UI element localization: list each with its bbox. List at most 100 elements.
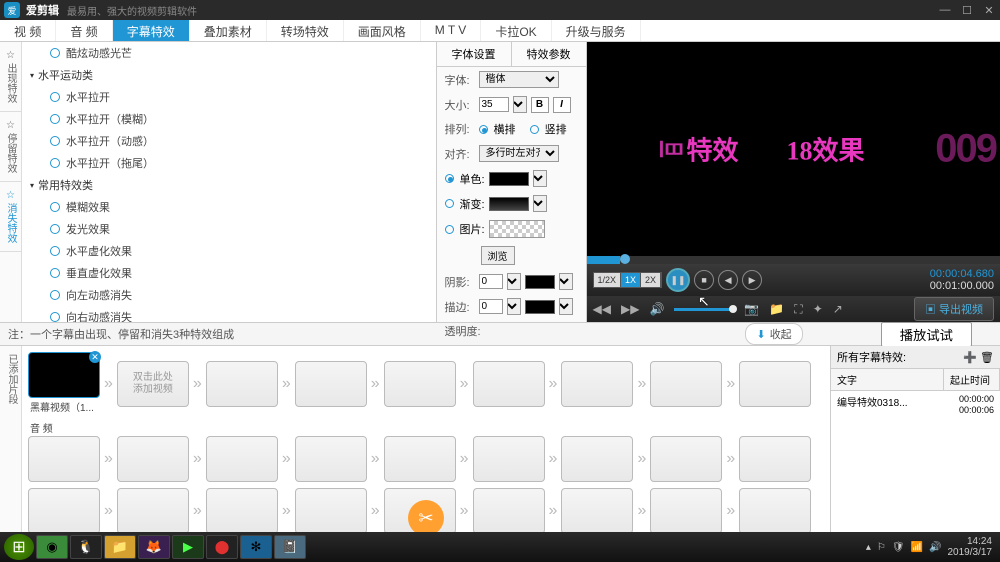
effect-item[interactable]: 向右动感消失: [22, 306, 436, 322]
shadow-cdd[interactable]: [559, 273, 573, 290]
audio-clip-empty[interactable]: [117, 436, 189, 482]
clip-empty[interactable]: [384, 361, 456, 407]
tray-shield-icon[interactable]: 🛡: [892, 542, 905, 553]
stroke-input[interactable]: [479, 299, 503, 314]
shadow-dd[interactable]: [507, 273, 521, 290]
audio-clip-empty[interactable]: [28, 436, 100, 482]
audio-clip-empty[interactable]: [473, 436, 545, 482]
audio-clip-empty[interactable]: [561, 488, 633, 534]
effect-item[interactable]: 向左动感消失: [22, 284, 436, 306]
gradient-radio[interactable]: [445, 199, 454, 208]
clip-empty[interactable]: [739, 361, 811, 407]
close-button[interactable]: ✕: [982, 4, 996, 17]
audio-clip-empty[interactable]: [384, 436, 456, 482]
maximize-button[interactable]: ☐: [960, 4, 974, 17]
image-radio[interactable]: [445, 225, 454, 234]
folder-icon[interactable]: 📁: [769, 302, 784, 316]
add-subtitle-icon[interactable]: ➕: [963, 351, 977, 364]
video-preview[interactable]: 旦特效 18效果 009: [587, 42, 1000, 256]
export-button[interactable]: ▣ 导出视频: [914, 297, 994, 321]
bold-button[interactable]: B: [531, 97, 549, 113]
solid-radio[interactable]: [445, 174, 454, 183]
align-select[interactable]: 多行时左对齐: [479, 145, 559, 162]
share-icon[interactable]: ↗: [833, 302, 843, 316]
tray-volume-icon[interactable]: 🔊: [929, 542, 941, 553]
tray-up-icon[interactable]: ▴: [866, 542, 871, 553]
tab-upgrade[interactable]: 升级与服务: [552, 20, 641, 41]
speed-half[interactable]: 1/2X: [594, 273, 622, 287]
vtab-appear[interactable]: ☆出现特效: [0, 42, 21, 112]
effect-item[interactable]: 水平虚化效果: [22, 240, 436, 262]
rewind-icon[interactable]: ◀◀: [593, 302, 611, 316]
audio-clip-empty[interactable]: [650, 436, 722, 482]
tray-flag-icon[interactable]: ⚐: [877, 542, 886, 553]
forward-icon[interactable]: ▶▶: [621, 302, 639, 316]
collapse-button[interactable]: ⬇收起: [745, 323, 802, 345]
prev-button[interactable]: ◀: [718, 270, 738, 290]
solid-color-swatch[interactable]: [489, 172, 529, 186]
preview-try-button[interactable]: 播放试试: [881, 322, 972, 347]
tab-mtv[interactable]: M T V: [421, 20, 482, 41]
taskbar-clock[interactable]: 14:24 2019/3/17: [948, 536, 997, 558]
gradient-dd[interactable]: [533, 195, 547, 212]
size-dd[interactable]: [513, 96, 527, 113]
volume-icon[interactable]: 🔊: [649, 302, 664, 316]
clip-empty[interactable]: [650, 361, 722, 407]
tab-audio[interactable]: 音 频: [56, 20, 112, 41]
effect-category[interactable]: ▾水平运动类: [22, 64, 436, 86]
audio-clip-empty[interactable]: [739, 488, 811, 534]
font-select[interactable]: 楷体: [479, 71, 559, 88]
tab-effect-params[interactable]: 特效参数: [512, 42, 586, 66]
tab-transition[interactable]: 转场特效: [267, 20, 344, 41]
fullscreen-icon[interactable]: ⛶: [794, 302, 802, 317]
audio-clip-empty[interactable]: [561, 436, 633, 482]
vtab-stay[interactable]: ☆停留特效: [0, 112, 21, 182]
effect-item[interactable]: 水平拉开: [22, 86, 436, 108]
tab-overlay[interactable]: 叠加素材: [190, 20, 267, 41]
effect-item[interactable]: 发光效果: [22, 218, 436, 240]
taskbar-icon[interactable]: ⬤: [206, 535, 238, 559]
audio-clip-empty[interactable]: [650, 488, 722, 534]
play-button[interactable]: ❚❚: [666, 268, 690, 292]
audio-clip-empty[interactable]: [295, 436, 367, 482]
volume-slider[interactable]: [674, 308, 734, 311]
minimize-button[interactable]: —: [938, 4, 952, 17]
tab-video[interactable]: 视 频: [0, 20, 56, 41]
clip-empty[interactable]: [295, 361, 367, 407]
tray-network-icon[interactable]: 📶: [911, 542, 923, 553]
vtab-disappear[interactable]: ☆消失特效: [0, 182, 21, 252]
taskbar-icon[interactable]: ✻: [240, 535, 272, 559]
stroke-cdd[interactable]: [559, 298, 573, 315]
layout-h-radio[interactable]: [479, 125, 488, 134]
delete-subtitle-icon[interactable]: 🗑: [980, 351, 994, 364]
taskbar-icon[interactable]: 📁: [104, 535, 136, 559]
effect-item[interactable]: 酷炫动感光芒: [22, 42, 436, 64]
clip-remove-icon[interactable]: ✕: [89, 351, 101, 363]
clip-empty[interactable]: [206, 361, 278, 407]
audio-clip-empty[interactable]: [473, 488, 545, 534]
stroke-dd[interactable]: [507, 298, 521, 315]
clip-slot[interactable]: ✕ 黑幕视频（1...: [28, 352, 100, 415]
italic-button[interactable]: I: [553, 97, 571, 113]
stop-button[interactable]: ■: [694, 270, 714, 290]
effect-item[interactable]: 水平拉开（模糊）: [22, 108, 436, 130]
shadow-color[interactable]: [525, 275, 555, 289]
effect-item[interactable]: 垂直虚化效果: [22, 262, 436, 284]
taskbar-icon[interactable]: ◉: [36, 535, 68, 559]
clip-add-hint[interactable]: 双击此处添加视频: [117, 361, 189, 407]
audio-clip-empty[interactable]: [295, 488, 367, 534]
clip-empty[interactable]: [561, 361, 633, 407]
snapshot-icon[interactable]: 📷: [744, 302, 759, 316]
taskbar-icon[interactable]: ▶: [172, 535, 204, 559]
cut-button[interactable]: ✂: [408, 500, 444, 534]
start-button[interactable]: ⊞: [4, 534, 34, 560]
speed-1x[interactable]: 1X: [621, 273, 641, 287]
audio-clip-empty[interactable]: [28, 488, 100, 534]
clip-filled[interactable]: ✕: [28, 352, 100, 398]
browse-button[interactable]: 浏览: [481, 246, 515, 265]
taskbar-icon[interactable]: 📓: [274, 535, 306, 559]
solid-dd[interactable]: [533, 170, 547, 187]
effect-item[interactable]: 水平拉开（拖尾）: [22, 152, 436, 174]
settings-icon[interactable]: ✦: [813, 302, 823, 316]
seek-bar[interactable]: [587, 256, 1000, 264]
